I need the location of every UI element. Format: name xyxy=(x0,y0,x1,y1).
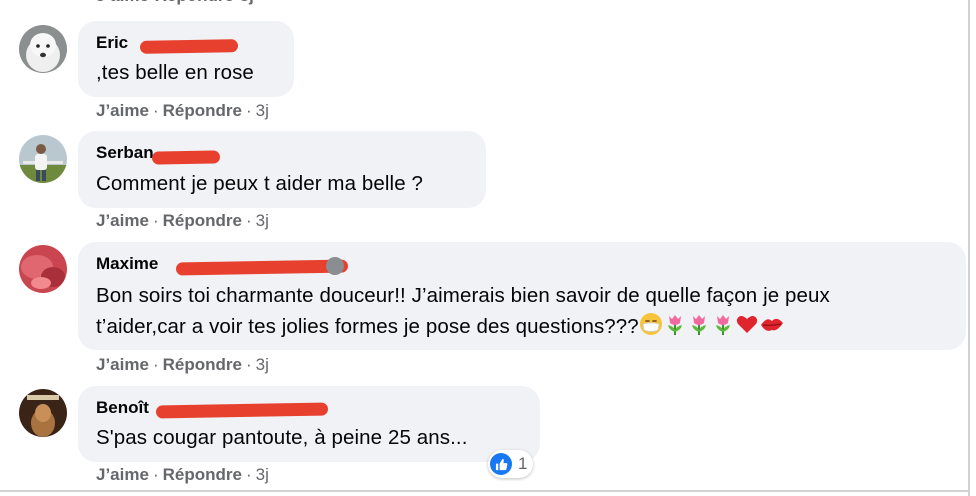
avatar[interactable] xyxy=(19,135,67,183)
comment-text: Bon soirs toi charmante douceur!! J’aime… xyxy=(96,284,830,307)
comment-actions: J’aime · Répondre · 3j xyxy=(96,101,269,121)
like-link[interactable]: J’aime xyxy=(96,355,149,374)
separator: · xyxy=(245,101,252,120)
avatar[interactable] xyxy=(19,25,67,73)
comment-author[interactable]: Eric xyxy=(96,33,128,53)
like-link[interactable]: J’aime xyxy=(96,465,149,484)
tulip-icon xyxy=(663,312,687,346)
reply-link[interactable]: Répondre xyxy=(163,355,242,374)
comment-text-line-2: t’aider,car a voir tes jolies formes je … xyxy=(96,310,785,346)
separator: · xyxy=(152,101,159,120)
reaction-count-value: 1 xyxy=(518,454,528,473)
kiss-mark-icon xyxy=(759,312,785,346)
separator: · xyxy=(245,355,252,374)
like-link[interactable]: J’aime xyxy=(96,0,149,5)
reply-link[interactable]: Répondre xyxy=(155,0,234,5)
timestamp[interactable]: 3j xyxy=(256,211,269,230)
reply-link[interactable]: Répondre xyxy=(163,465,242,484)
comment-author[interactable]: Benoît xyxy=(96,398,149,418)
face-with-medical-mask-icon xyxy=(639,312,663,346)
like-reaction-icon xyxy=(490,453,512,475)
redaction-mark xyxy=(155,402,329,419)
comment-bubble: Serban Comment je peux t aider ma belle … xyxy=(78,131,486,208)
timestamp[interactable]: 3j xyxy=(256,465,269,484)
like-link[interactable]: J’aime xyxy=(96,211,149,230)
red-heart-icon xyxy=(735,312,759,346)
like-link[interactable]: J’aime xyxy=(96,101,149,120)
redaction-mark xyxy=(175,259,349,276)
timestamp[interactable]: 3j xyxy=(256,101,269,120)
comment-bubble: Eric ,tes belle en rose xyxy=(78,21,294,97)
redaction-mark xyxy=(151,150,221,165)
separator: · xyxy=(245,465,252,484)
tulip-icon xyxy=(711,312,735,346)
tulip-icon xyxy=(687,312,711,346)
separator: · xyxy=(152,211,159,230)
comment-text: Comment je peux t aider ma belle ? xyxy=(96,172,424,195)
separator: · xyxy=(245,211,252,230)
timestamp[interactable]: 3j xyxy=(240,0,254,5)
comment-bubble: Benoît S'pas cougar pantoute, à peine 25… xyxy=(78,386,540,462)
comment-actions: J’aime · Répondre · 3j xyxy=(96,355,269,375)
comment-bubble: Maxime Bon soirs toi charmante douceur!!… xyxy=(78,242,966,350)
reaction-count[interactable]: 1 xyxy=(488,450,534,478)
badge-icon xyxy=(326,257,344,275)
previous-comment-actions: J’aime·Répondre·3j xyxy=(96,0,254,6)
separator: · xyxy=(152,465,159,484)
comment-actions: J’aime · Répondre · 3j xyxy=(96,211,269,231)
avatar[interactable] xyxy=(19,389,67,437)
comment-actions: J’aime · Répondre · 3j xyxy=(96,465,269,485)
avatar[interactable] xyxy=(19,245,67,293)
timestamp[interactable]: 3j xyxy=(256,355,269,374)
redaction-mark xyxy=(139,39,239,54)
comment-text: ,tes belle en rose xyxy=(96,61,254,84)
frame-border-bottom xyxy=(0,490,970,492)
frame-border-right xyxy=(968,0,970,496)
separator: · xyxy=(152,355,159,374)
reply-link[interactable]: Répondre xyxy=(163,101,242,120)
comment-text: S'pas cougar pantoute, à peine 25 ans... xyxy=(96,426,468,449)
comment-author[interactable]: Maxime xyxy=(96,254,158,274)
comment-text: t’aider,car a voir tes jolies formes je … xyxy=(96,315,639,338)
comment-author[interactable]: Serban xyxy=(96,143,154,163)
reply-link[interactable]: Répondre xyxy=(163,211,242,230)
